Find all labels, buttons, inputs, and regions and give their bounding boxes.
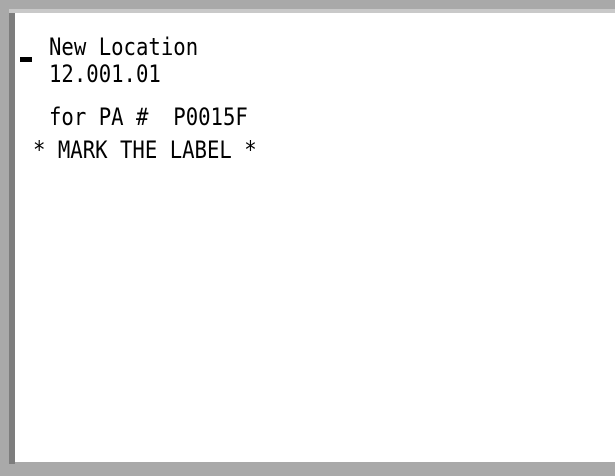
window-border-top (0, 0, 615, 9)
terminal-window: New Location 12.001.01 for PA # P0015F *… (0, 0, 615, 476)
window-border-left (0, 0, 9, 476)
text-cursor (20, 57, 32, 62)
terminal-screen[interactable] (15, 29, 615, 462)
window-border-bottom (0, 462, 615, 476)
screen-title: New Location (49, 33, 199, 61)
pa-number-line: for PA # P0015F (49, 103, 248, 131)
location-value: 12.001.01 (49, 60, 161, 88)
screen-top (15, 13, 615, 29)
instruction-message: * MARK THE LABEL * (33, 136, 257, 164)
